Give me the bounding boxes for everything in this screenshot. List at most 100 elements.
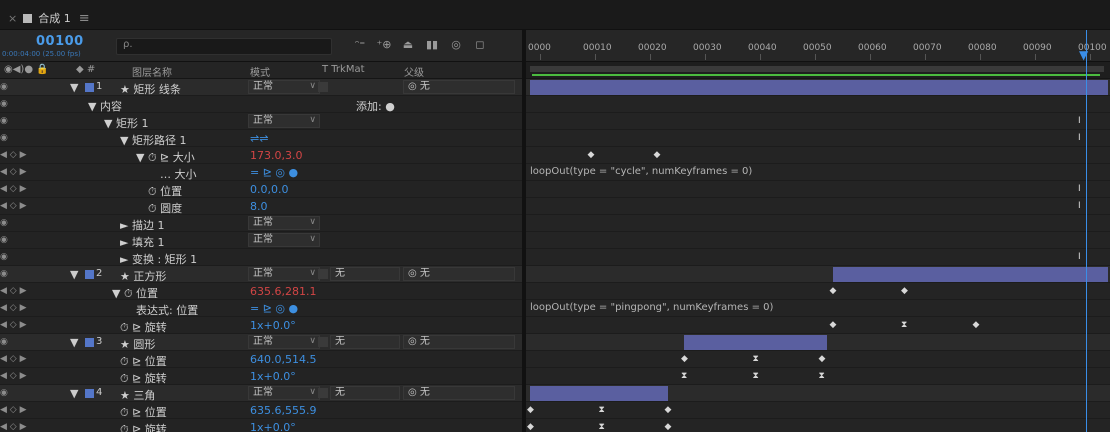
property-row[interactable]: ◀ ◇ ▶ ▼ ⏱ ⊵ 大小 173.0,3.0 [0,147,522,164]
timeline-track[interactable]: ◆ ◆ ⧗ [526,402,1110,419]
property-value[interactable]: 8.0 [250,200,268,213]
timeline-track[interactable]: ◆ ◆ [526,283,1110,300]
playhead-handle-icon[interactable]: ▼ [1079,48,1093,62]
visibility-switch-icon[interactable]: ◀ ◇ ▶ [0,303,27,313]
keyframe-diamond-icon[interactable]: ◆ [830,286,837,296]
property-value[interactable]: 1x+0.0° [250,370,296,383]
timeline-track[interactable] [526,79,1110,96]
keyframe-diamond-icon[interactable]: ◆ [527,405,534,415]
property-value[interactable]: 635.6,555.9 [250,404,316,417]
add-content-button[interactable]: 添加: ● [356,98,395,114]
visibility-switch-icon[interactable]: ◉ [0,218,8,228]
property-value[interactable]: 0.0,0.0 [250,183,288,196]
property-row[interactable]: ◉ ► 填充 1 正常 ∨ [0,232,522,249]
visibility-switch-icon[interactable]: ◀ ◇ ▶ [0,405,27,415]
visibility-switch-icon[interactable]: ◉ [0,82,8,92]
property-value[interactable]: = ⊵ ◎ ● [250,166,298,179]
property-value[interactable]: 173.0,3.0 [250,149,302,162]
timeline-track[interactable]: loopOut(type = "cycle", numKeyframes = 0… [526,164,1110,181]
twirl-icon[interactable]: ▼ [70,336,78,349]
keyframe-end-icon[interactable]: I [1078,184,1081,194]
keyframe-diamond-icon[interactable]: ◆ [973,320,980,330]
layer-duration-bar[interactable] [530,80,1108,95]
layer-row[interactable]: ◉ ▼ 2 ★ 正方形 正常 ∨ ◎ 无无 [0,266,522,283]
keyframe-diamond-icon[interactable]: ◆ [681,354,688,364]
pickwhip-icon[interactable]: ◎ [408,268,420,279]
property-row[interactable]: ◀ ◇ ▶ … 大小 = ⊵ ◎ ● [0,164,522,181]
time-ruler[interactable]: 0000 00010 00020 00030 00040 00050 00060 00070 0… [526,30,1110,62]
layer-name[interactable]: ⏱ ⊵ 旋转 [120,319,167,335]
layer-name[interactable]: ► 填充 1 [120,234,164,250]
keyframe-diamond-icon[interactable]: ◆ [830,320,837,330]
visibility-switch-icon[interactable]: ◀ ◇ ▶ [0,167,27,177]
layer-name[interactable]: ▼ ⏱ ⊵ 大小 [136,149,195,165]
timeline-track[interactable] [526,385,1110,402]
label-color-swatch[interactable] [85,83,94,92]
property-row[interactable]: ◀ ◇ ▶ ▼ ⏱ 位置 635.6,281.1 [0,283,522,300]
layer-row[interactable]: ◉ ▼ 3 ★ 圆形 正常 ∨ ◎ 无无 [0,334,522,351]
layer-name[interactable]: ⏱ ⊵ 位置 [120,353,167,369]
pickwhip-icon[interactable]: ◎ [408,81,420,92]
layer-name[interactable]: ► 描边 1 [120,217,164,233]
layer-name[interactable]: ⏱ ⊵ 旋转 [120,370,167,386]
current-time[interactable]: 00100 [36,34,84,49]
property-row[interactable]: ◀ ◇ ▶ ⏱ ⊵ 位置 635.6,555.9 [0,402,522,419]
property-row[interactable]: ◀ ◇ ▶ ⏱ ⊵ 旋转 1x+0.0° [0,317,522,334]
comp-switch-icon[interactable]: ᵔ⁼ [352,38,368,51]
parent-select[interactable]: ◎ 无 [403,386,515,400]
timeline-track[interactable]: ⧗ ⧗ ⧗ [526,368,1110,385]
visibility-switch-icon[interactable]: ◉ [0,388,8,398]
keyframe-end-icon[interactable]: I [1078,252,1081,262]
keyframe-hold-icon[interactable]: ⧗ [681,371,687,381]
label-color-swatch[interactable] [85,270,94,279]
keyframe-hold-icon[interactable]: ⧗ [753,371,759,381]
keyframe-diamond-icon[interactable]: ◆ [665,405,672,415]
visibility-switch-icon[interactable]: ◉ [0,133,8,143]
work-area-range[interactable] [530,66,1104,72]
visibility-switch-icon[interactable]: ◉ [0,269,8,279]
twirl-icon[interactable]: ▼ [70,387,78,400]
layer-name-header[interactable]: 图层名称 [132,64,172,79]
layer-name[interactable]: ⏱ ⊵ 旋转 [120,421,167,432]
keyframe-diamond-icon[interactable]: ◆ [819,354,826,364]
comp-switch-icon[interactable]: ▮▮ [424,38,440,51]
keyframe-hold-icon[interactable]: ⧗ [599,405,605,415]
close-icon[interactable]: × [8,12,17,25]
property-row[interactable]: ◀ ◇ ▶ 表达式: 位置 = ⊵ ◎ ● [0,300,522,317]
property-row[interactable]: ◀ ◇ ▶ ⏱ ⊵ 旋转 1x+0.0° [0,368,522,385]
layer-duration-bar[interactable] [530,386,668,401]
parent-select[interactable]: ◎ 无 [403,80,515,94]
twirl-icon[interactable]: ▼ [70,81,78,94]
expression-text[interactable]: loopOut(type = "pingpong", numKeyframes … [530,302,773,313]
timeline-track[interactable] [526,96,1110,113]
timeline-track[interactable] [526,334,1110,351]
panel-menu-icon[interactable]: ≡ [79,11,90,26]
visibility-switch-icon[interactable]: ◀ ◇ ▶ [0,286,27,296]
property-row[interactable]: ◉ ▼ 内容 添加: ● [0,96,522,113]
keyframe-hold-icon[interactable]: ⧗ [819,371,825,381]
layer-name[interactable]: ▼ ⏱ 位置 [112,285,158,301]
property-row[interactable]: ◀ ◇ ▶ ⏱ ⊵ 位置 640.0,514.5 [0,351,522,368]
timeline-track[interactable]: I [526,113,1110,130]
layer-name[interactable]: ★ 矩形 线条 [120,81,181,97]
visibility-switch-icon[interactable]: ◀ ◇ ▶ [0,201,27,211]
property-row[interactable]: ◉ ► 变换 : 矩形 1 [0,249,522,266]
property-row[interactable]: ◀ ◇ ▶ ⏱ ⊵ 旋转 1x+0.0° [0,419,522,432]
pickwhip-icon[interactable]: ◎ [408,336,420,347]
visibility-switch-icon[interactable]: ◉ [0,116,8,126]
visibility-switch-icon[interactable]: ◀ ◇ ▶ [0,371,27,381]
layer-name[interactable]: ▼ 矩形路径 1 [120,132,186,148]
timeline-track[interactable]: loopOut(type = "pingpong", numKeyframes … [526,300,1110,317]
blend-mode-select[interactable]: 正常 ∨ [248,80,320,94]
timeline-track[interactable] [526,232,1110,249]
keyframe-hold-icon[interactable]: ⧗ [753,354,759,364]
keyframe-diamond-icon[interactable]: ◆ [665,422,672,432]
playhead-line[interactable] [1086,30,1087,432]
layer-name[interactable]: ★ 正方形 [120,268,166,284]
keyframe-diamond-icon[interactable]: ◆ [654,150,661,160]
timeline-track[interactable]: I [526,130,1110,147]
blend-mode-select[interactable]: 正常 ∨ [248,267,320,281]
timeline-track[interactable] [526,215,1110,232]
layer-name[interactable]: ★ 三角 [120,387,155,403]
layer-name[interactable]: ▼ 内容 [88,98,122,114]
